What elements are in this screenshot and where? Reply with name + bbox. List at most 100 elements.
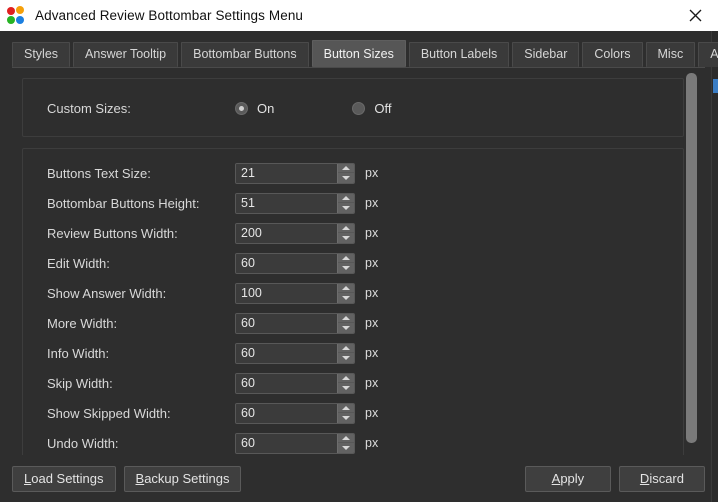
load-settings-mnemonic: L [24, 471, 32, 486]
spinbox-decrement-icon[interactable] [338, 323, 354, 333]
spinbox-increment-icon[interactable] [338, 194, 354, 203]
spinbox-steppers [337, 253, 354, 273]
tab-button-labels[interactable]: Button Labels [408, 42, 510, 67]
spinbox-show-skipped-width[interactable]: 60 [235, 402, 355, 424]
label-show-answer-width: Show Answer Width: [47, 285, 167, 301]
custom-sizes-row: Custom Sizes: On Off [23, 93, 683, 123]
spinbox-show-answer-width[interactable]: 100 [235, 282, 355, 304]
tab-bar-container: Styles Answer Tooltip Bottombar Buttons But… [0, 31, 718, 67]
spinbox-value-show-skipped-width[interactable]: 60 [236, 403, 337, 423]
custom-sizes-group: Custom Sizes: On Off [22, 78, 684, 137]
tab-sidebar[interactable]: Sidebar [512, 42, 580, 67]
row-buttons-text-size: Buttons Text Size: 21 px [23, 158, 683, 188]
apply-button[interactable]: Apply [524, 465, 611, 492]
radio-indicator-icon [352, 101, 366, 115]
spinbox-increment-icon[interactable] [338, 374, 354, 383]
spinbox-value-info-width[interactable]: 60 [236, 343, 337, 363]
spinbox-decrement-icon[interactable] [338, 443, 354, 453]
spinbox-increment-icon[interactable] [338, 344, 354, 353]
spinbox-steppers [337, 403, 354, 423]
tab-bar: Styles Answer Tooltip Bottombar Buttons But… [12, 40, 718, 67]
spinbox-increment-icon[interactable] [338, 164, 354, 173]
spinbox-decrement-icon[interactable] [338, 173, 354, 183]
spinbox-decrement-icon[interactable] [338, 233, 354, 243]
settings-scroll-area: Custom Sizes: On Off Buttons Text Size: 21… [12, 68, 686, 455]
load-settings-button[interactable]: Load Settings [12, 465, 116, 492]
spinbox-decrement-icon[interactable] [338, 293, 354, 303]
spinbox-decrement-icon[interactable] [338, 413, 354, 423]
discard-button[interactable]: Discard [618, 465, 705, 492]
label-show-skipped-width: Show Skipped Width: [47, 405, 171, 421]
settings-scrollbar-thumb[interactable] [686, 73, 697, 443]
window-title: Advanced Review Bottombar Settings Menu [35, 8, 304, 23]
size-fields-group: Buttons Text Size: 21 px Bottombar Buttons … [22, 148, 684, 455]
discard-label: iscard [649, 471, 684, 486]
spinbox-value-buttons-text-size[interactable]: 21 [236, 163, 337, 183]
spinbox-increment-icon[interactable] [338, 284, 354, 293]
apply-label: pply [560, 471, 585, 486]
tab-styles[interactable]: Styles [12, 42, 71, 67]
row-bottombar-buttons-height: Bottombar Buttons Height: 51 px [23, 188, 683, 218]
window-scrollbar[interactable] [711, 31, 718, 502]
spinbox-value-bottombar-buttons-height[interactable]: 51 [236, 193, 337, 213]
spinbox-increment-icon[interactable] [338, 224, 354, 233]
tab-label: Misc [657, 47, 684, 62]
label-more-width: More Width: [47, 315, 118, 331]
tab-answer-tooltip[interactable]: Answer Tooltip [73, 42, 179, 67]
tab-label: Answer Tooltip [85, 47, 167, 62]
spinbox-decrement-icon[interactable] [338, 383, 354, 393]
spinbox-decrement-icon[interactable] [338, 263, 354, 273]
label-bottombar-buttons-height: Bottombar Buttons Height: [47, 195, 200, 211]
radio-indicator-icon [235, 101, 248, 115]
spinbox-steppers [337, 223, 354, 243]
tab-content-pane: Custom Sizes: On Off Buttons Text Size: 21… [12, 67, 705, 455]
label-buttons-text-size: Buttons Text Size: [47, 165, 151, 181]
tab-colors[interactable]: Colors [582, 42, 643, 67]
spinbox-steppers [337, 163, 354, 183]
spinbox-more-width[interactable]: 60 [235, 312, 355, 334]
backup-settings-mnemonic: B [135, 471, 145, 486]
spinbox-value-undo-width[interactable]: 60 [236, 433, 337, 453]
backup-settings-button[interactable]: Backup Settings [123, 465, 242, 492]
row-skip-width: Skip Width: 60 px [23, 368, 683, 398]
label-undo-width: Undo Width: [47, 435, 119, 451]
spinbox-steppers [337, 343, 354, 363]
settings-window: Advanced Review Bottombar Settings Menu … [0, 0, 718, 502]
spinbox-value-review-buttons-width[interactable]: 200 [236, 223, 337, 243]
tab-bottombar-buttons[interactable]: Bottombar Buttons [181, 42, 309, 67]
spinbox-decrement-icon[interactable] [338, 203, 354, 213]
spinbox-increment-icon[interactable] [338, 314, 354, 323]
row-more-width: More Width: 60 px [23, 308, 683, 338]
tab-button-sizes[interactable]: Button Sizes [311, 40, 406, 67]
spinbox-undo-width[interactable]: 60 [235, 432, 355, 454]
spinbox-value-show-answer-width[interactable]: 100 [236, 283, 337, 303]
spinbox-review-buttons-width[interactable]: 200 [235, 222, 355, 244]
unit-bottombar-buttons-height: px [365, 196, 379, 210]
spinbox-buttons-text-size[interactable]: 21 [235, 162, 355, 184]
row-undo-width: Undo Width: 60 px [23, 428, 683, 455]
spinbox-value-more-width[interactable]: 60 [236, 313, 337, 333]
radio-custom-sizes-off[interactable]: Off [352, 101, 391, 116]
spinbox-bottombar-buttons-height[interactable]: 51 [235, 192, 355, 214]
spinbox-decrement-icon[interactable] [338, 353, 354, 363]
settings-scrollbar[interactable] [685, 72, 698, 447]
spinbox-steppers [337, 193, 354, 213]
spinbox-increment-icon[interactable] [338, 434, 354, 443]
tab-misc[interactable]: Misc [645, 42, 696, 67]
radio-custom-sizes-on[interactable]: On [235, 101, 274, 116]
tab-about[interactable]: About [698, 42, 718, 67]
load-settings-label: oad Settings [31, 471, 104, 486]
spinbox-value-edit-width[interactable]: 60 [236, 253, 337, 273]
close-icon[interactable] [672, 0, 718, 31]
label-review-buttons-width: Review Buttons Width: [47, 225, 178, 241]
spinbox-edit-width[interactable]: 60 [235, 252, 355, 274]
footer-bar: Load Settings Backup Settings Apply Disc… [0, 455, 718, 502]
tab-label: Colors [594, 47, 631, 62]
spinbox-skip-width[interactable]: 60 [235, 372, 355, 394]
spinbox-value-skip-width[interactable]: 60 [236, 373, 337, 393]
window-scrollbar-thumb[interactable] [713, 79, 718, 93]
spinbox-info-width[interactable]: 60 [235, 342, 355, 364]
unit-more-width: px [365, 316, 379, 330]
spinbox-increment-icon[interactable] [338, 254, 354, 263]
spinbox-increment-icon[interactable] [338, 404, 354, 413]
